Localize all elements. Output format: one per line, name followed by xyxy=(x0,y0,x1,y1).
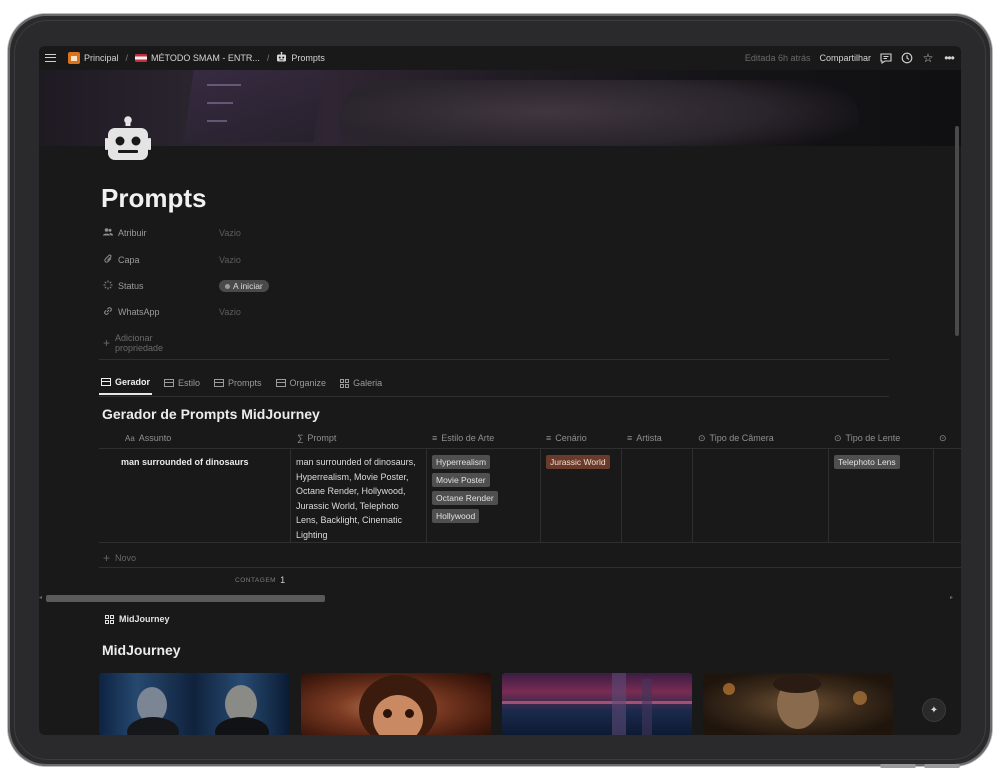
cell-camera[interactable] xyxy=(692,449,828,543)
comment-icon[interactable] xyxy=(880,52,892,64)
property-whatsapp[interactable]: WhatsApp Vazio xyxy=(103,306,241,318)
ai-assistant-button[interactable]: ✦ xyxy=(922,698,946,722)
gallery-icon xyxy=(340,378,350,388)
column-header-estilo[interactable]: ≡ Estilo de Arte xyxy=(426,427,494,449)
new-row-button[interactable]: + Novo xyxy=(103,551,136,565)
gallery-card-image[interactable] xyxy=(502,673,692,735)
column-header-lente[interactable]: ⊙ Tipo de Lente xyxy=(828,427,900,449)
scroll-right-icon[interactable]: ▸ xyxy=(950,594,953,601)
tab-galeria[interactable]: Galeria xyxy=(338,374,384,395)
database-title[interactable]: Gerador de Prompts MidJourney xyxy=(102,406,320,422)
cell-more[interactable] xyxy=(933,449,961,543)
paperclip-icon xyxy=(103,254,113,266)
table-icon xyxy=(164,379,175,387)
horizontal-scrollbar[interactable]: ◂ ▸ xyxy=(39,594,961,602)
tab-prompts[interactable]: Prompts xyxy=(212,374,264,395)
column-header-prompt[interactable]: ∑ Prompt xyxy=(291,427,336,449)
gallery-view-label[interactable]: MidJourney xyxy=(105,614,170,624)
divider xyxy=(99,396,889,397)
status-badge[interactable]: A iniciar xyxy=(219,280,269,292)
gallery-card-image[interactable] xyxy=(301,673,491,735)
cell-assunto[interactable]: man surrounded of dinosaurs xyxy=(99,449,290,543)
sparkle-icon: ✦ xyxy=(929,704,939,716)
status-icon xyxy=(103,280,113,292)
edited-status: Editada 6h atrás xyxy=(744,53,811,63)
people-icon xyxy=(103,228,113,238)
tab-estilo[interactable]: Estilo xyxy=(162,374,202,395)
tag: Jurassic World xyxy=(546,455,610,469)
count-summary[interactable]: CONTAGEM 1 xyxy=(235,575,286,585)
link-icon xyxy=(103,306,113,318)
gallery-card-image[interactable] xyxy=(99,673,289,735)
top-bar: Principal / MÉTODO SMAM - ENTR... / Prom… xyxy=(39,46,961,70)
cover-image xyxy=(39,70,961,146)
robot-icon[interactable] xyxy=(105,116,151,162)
cell-cenario[interactable]: Jurassic World xyxy=(540,449,621,543)
tag: Hollywood xyxy=(432,509,480,523)
tag: Hyperrealism xyxy=(432,455,491,469)
column-header-camera[interactable]: ⊙ Tipo de Câmera xyxy=(692,427,774,449)
page-title[interactable]: Prompts xyxy=(101,183,206,214)
tab-gerador[interactable]: Gerador xyxy=(99,374,153,395)
property-status[interactable]: Status A iniciar xyxy=(103,280,269,292)
column-header-artista[interactable]: ≡ Artista xyxy=(621,427,662,449)
gallery-title[interactable]: MidJourney xyxy=(102,642,181,658)
star-icon[interactable]: ☆ xyxy=(922,51,934,65)
menu-icon[interactable] xyxy=(45,54,56,62)
gallery-icon xyxy=(105,614,114,624)
robot-icon xyxy=(276,51,287,65)
gallery-card-image[interactable] xyxy=(703,673,893,735)
breadcrumb-item[interactable]: MÉTODO SMAM - ENTR... xyxy=(151,53,260,63)
table-row[interactable]: man surrounded of dinosaurs man surround… xyxy=(99,449,961,543)
tag: Telephoto Lens xyxy=(834,455,900,469)
column-header-more[interactable]: ⊙ xyxy=(933,427,951,449)
table-icon xyxy=(101,378,111,386)
table-icon xyxy=(275,379,286,387)
cell-estilo[interactable]: Hyperrealism Movie Poster Octane Render … xyxy=(426,449,540,543)
table-header: Aa Assunto ∑ Prompt ≡ Estilo de Arte ≡ Cenár… xyxy=(99,427,961,449)
divider xyxy=(99,567,961,568)
property-atribuir[interactable]: Atribuir Vazio xyxy=(103,228,241,238)
device-button xyxy=(880,764,916,768)
more-icon[interactable]: ••• xyxy=(943,51,955,65)
home-icon xyxy=(68,52,80,64)
tag: Octane Render xyxy=(432,491,498,505)
history-icon[interactable] xyxy=(901,52,913,64)
app-screen: Principal / MÉTODO SMAM - ENTR... / Prom… xyxy=(39,46,961,735)
plus-icon: + xyxy=(103,551,111,565)
property-capa[interactable]: Capa Vazio xyxy=(103,254,241,266)
scroll-thumb[interactable] xyxy=(46,595,325,602)
column-header-assunto[interactable]: Aa Assunto xyxy=(119,427,171,449)
breadcrumb-item[interactable]: Principal xyxy=(84,53,119,63)
vertical-scrollbar[interactable] xyxy=(955,126,959,336)
view-tabs: Gerador Estilo Prompts Organize Galeria xyxy=(99,374,384,395)
breadcrumb-separator: / xyxy=(266,53,270,63)
flag-icon xyxy=(135,54,148,62)
column-header-cenario[interactable]: ≡ Cenário xyxy=(540,427,587,449)
tab-organize[interactable]: Organize xyxy=(274,374,329,395)
cell-prompt[interactable]: man surrounded of dinosaurs, Hyperrealis… xyxy=(290,449,426,543)
breadcrumb-item[interactable]: Prompts xyxy=(291,53,325,63)
breadcrumb-separator: / xyxy=(125,53,129,63)
scroll-left-icon[interactable]: ◂ xyxy=(39,594,42,601)
add-property-button[interactable]: + Adicionar propriedade xyxy=(103,333,163,353)
tag: Movie Poster xyxy=(432,473,490,487)
table-icon xyxy=(214,379,225,387)
cell-artista[interactable] xyxy=(621,449,692,543)
cell-lente[interactable]: Telephoto Lens xyxy=(828,449,933,543)
device-button xyxy=(924,764,960,768)
plus-icon: + xyxy=(103,336,111,350)
divider xyxy=(99,359,889,360)
share-button[interactable]: Compartilhar xyxy=(819,53,871,63)
